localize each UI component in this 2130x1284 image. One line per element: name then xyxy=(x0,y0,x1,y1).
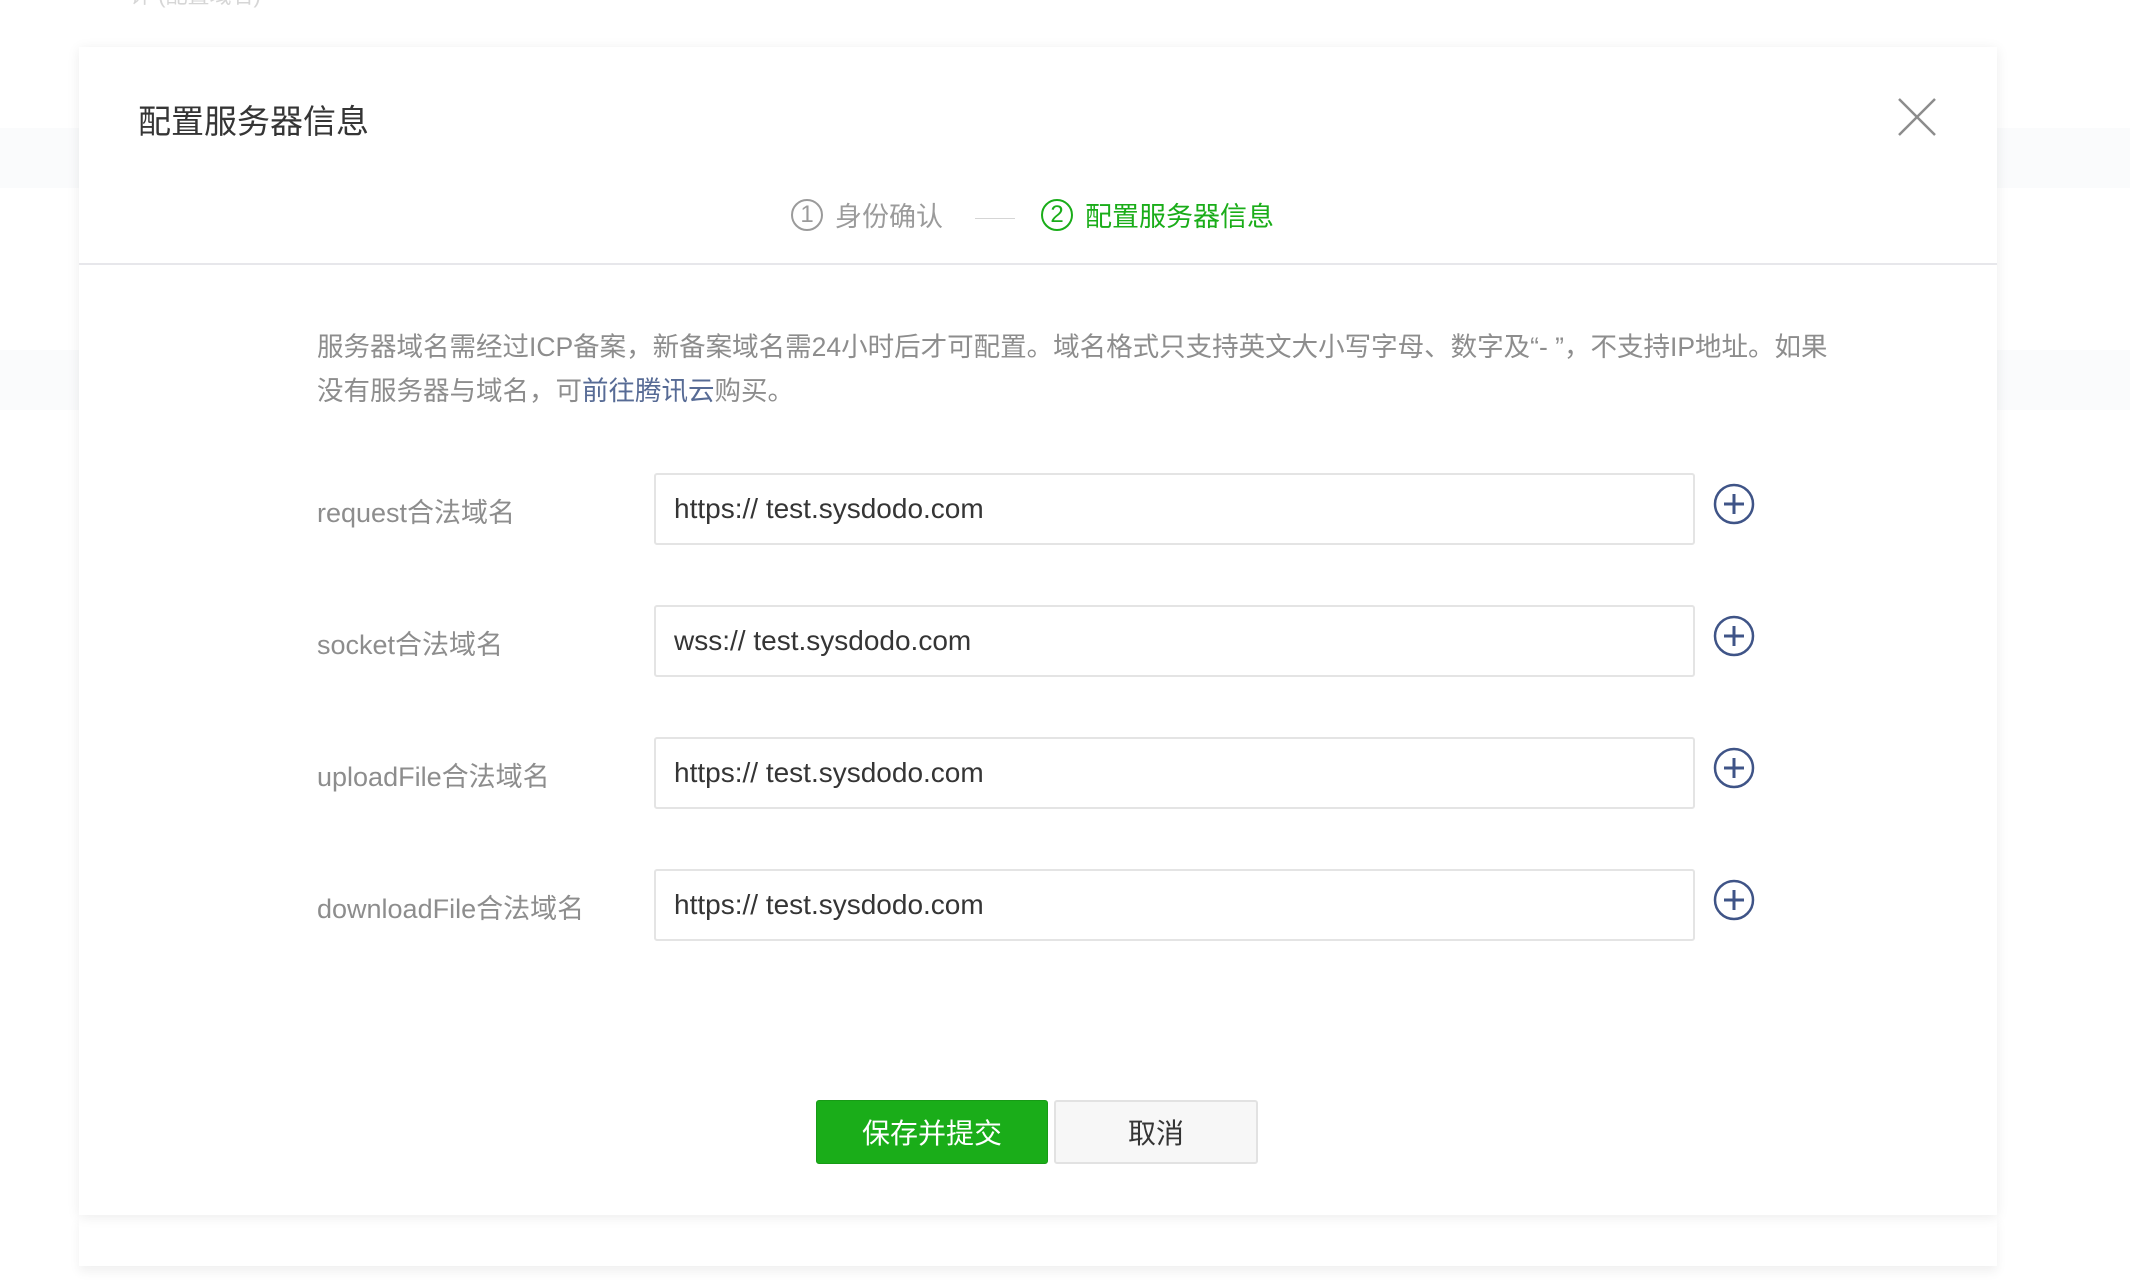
tencent-cloud-link[interactable]: 前往腾讯云 xyxy=(582,376,715,406)
step-label: 配置服务器信息 xyxy=(1085,202,1274,232)
form-row-uploadfile: uploadFile合法域名 xyxy=(317,737,1837,809)
notice-text: 服务器域名需经过ICP备案，新备案域名需24小时后才可配置。域名格式只支持英文大… xyxy=(317,332,1828,406)
plus-circle-icon[interactable] xyxy=(1713,483,1755,525)
step-connector xyxy=(975,218,1015,219)
header-divider xyxy=(79,263,1997,265)
save-submit-button[interactable]: 保存并提交 xyxy=(816,1100,1048,1164)
form-row-request: request合法域名 xyxy=(317,473,1837,545)
plus-circle-icon[interactable] xyxy=(1713,879,1755,921)
downloadfile-domain-label: downloadFile合法域名 xyxy=(317,894,585,924)
step-number: 1 xyxy=(791,198,823,231)
dialog-title: 配置服务器信息 xyxy=(138,103,369,140)
modal-footer-strip xyxy=(79,1215,1997,1266)
notice-text-end: 购买。 xyxy=(714,376,795,406)
step-identity-confirm: 1 身份确认 xyxy=(791,195,943,234)
plus-circle-icon[interactable] xyxy=(1713,747,1755,789)
cancel-button[interactable]: 取消 xyxy=(1054,1100,1258,1164)
form-row-socket: socket合法域名 xyxy=(317,605,1837,677)
background-page-text: 详 (配置域名) xyxy=(130,0,261,10)
domain-notice: 服务器域名需经过ICP备案，新备案域名需24小时后才可配置。域名格式只支持英文大… xyxy=(317,325,1837,413)
socket-domain-input[interactable] xyxy=(654,605,1695,677)
plus-circle-icon[interactable] xyxy=(1713,615,1755,657)
socket-domain-label: socket合法域名 xyxy=(317,630,504,660)
downloadfile-domain-input[interactable] xyxy=(654,869,1695,941)
step-number: 2 xyxy=(1041,198,1073,231)
uploadfile-domain-label: uploadFile合法域名 xyxy=(317,762,550,792)
uploadfile-domain-input[interactable] xyxy=(654,737,1695,809)
close-icon[interactable] xyxy=(1897,97,1937,137)
step-indicator: 1 身份确认 2 配置服务器信息 xyxy=(79,195,1997,241)
step-label: 身份确认 xyxy=(835,202,943,232)
step-configure-server: 2 配置服务器信息 xyxy=(1041,195,1274,234)
request-domain-label: request合法域名 xyxy=(317,498,516,528)
form-row-downloadfile: downloadFile合法域名 xyxy=(317,869,1837,941)
config-server-dialog: 配置服务器信息 1 身份确认 2 配置服务器信息 服务器域名需经过ICP备案，新… xyxy=(79,47,1997,1215)
request-domain-input[interactable] xyxy=(654,473,1695,545)
